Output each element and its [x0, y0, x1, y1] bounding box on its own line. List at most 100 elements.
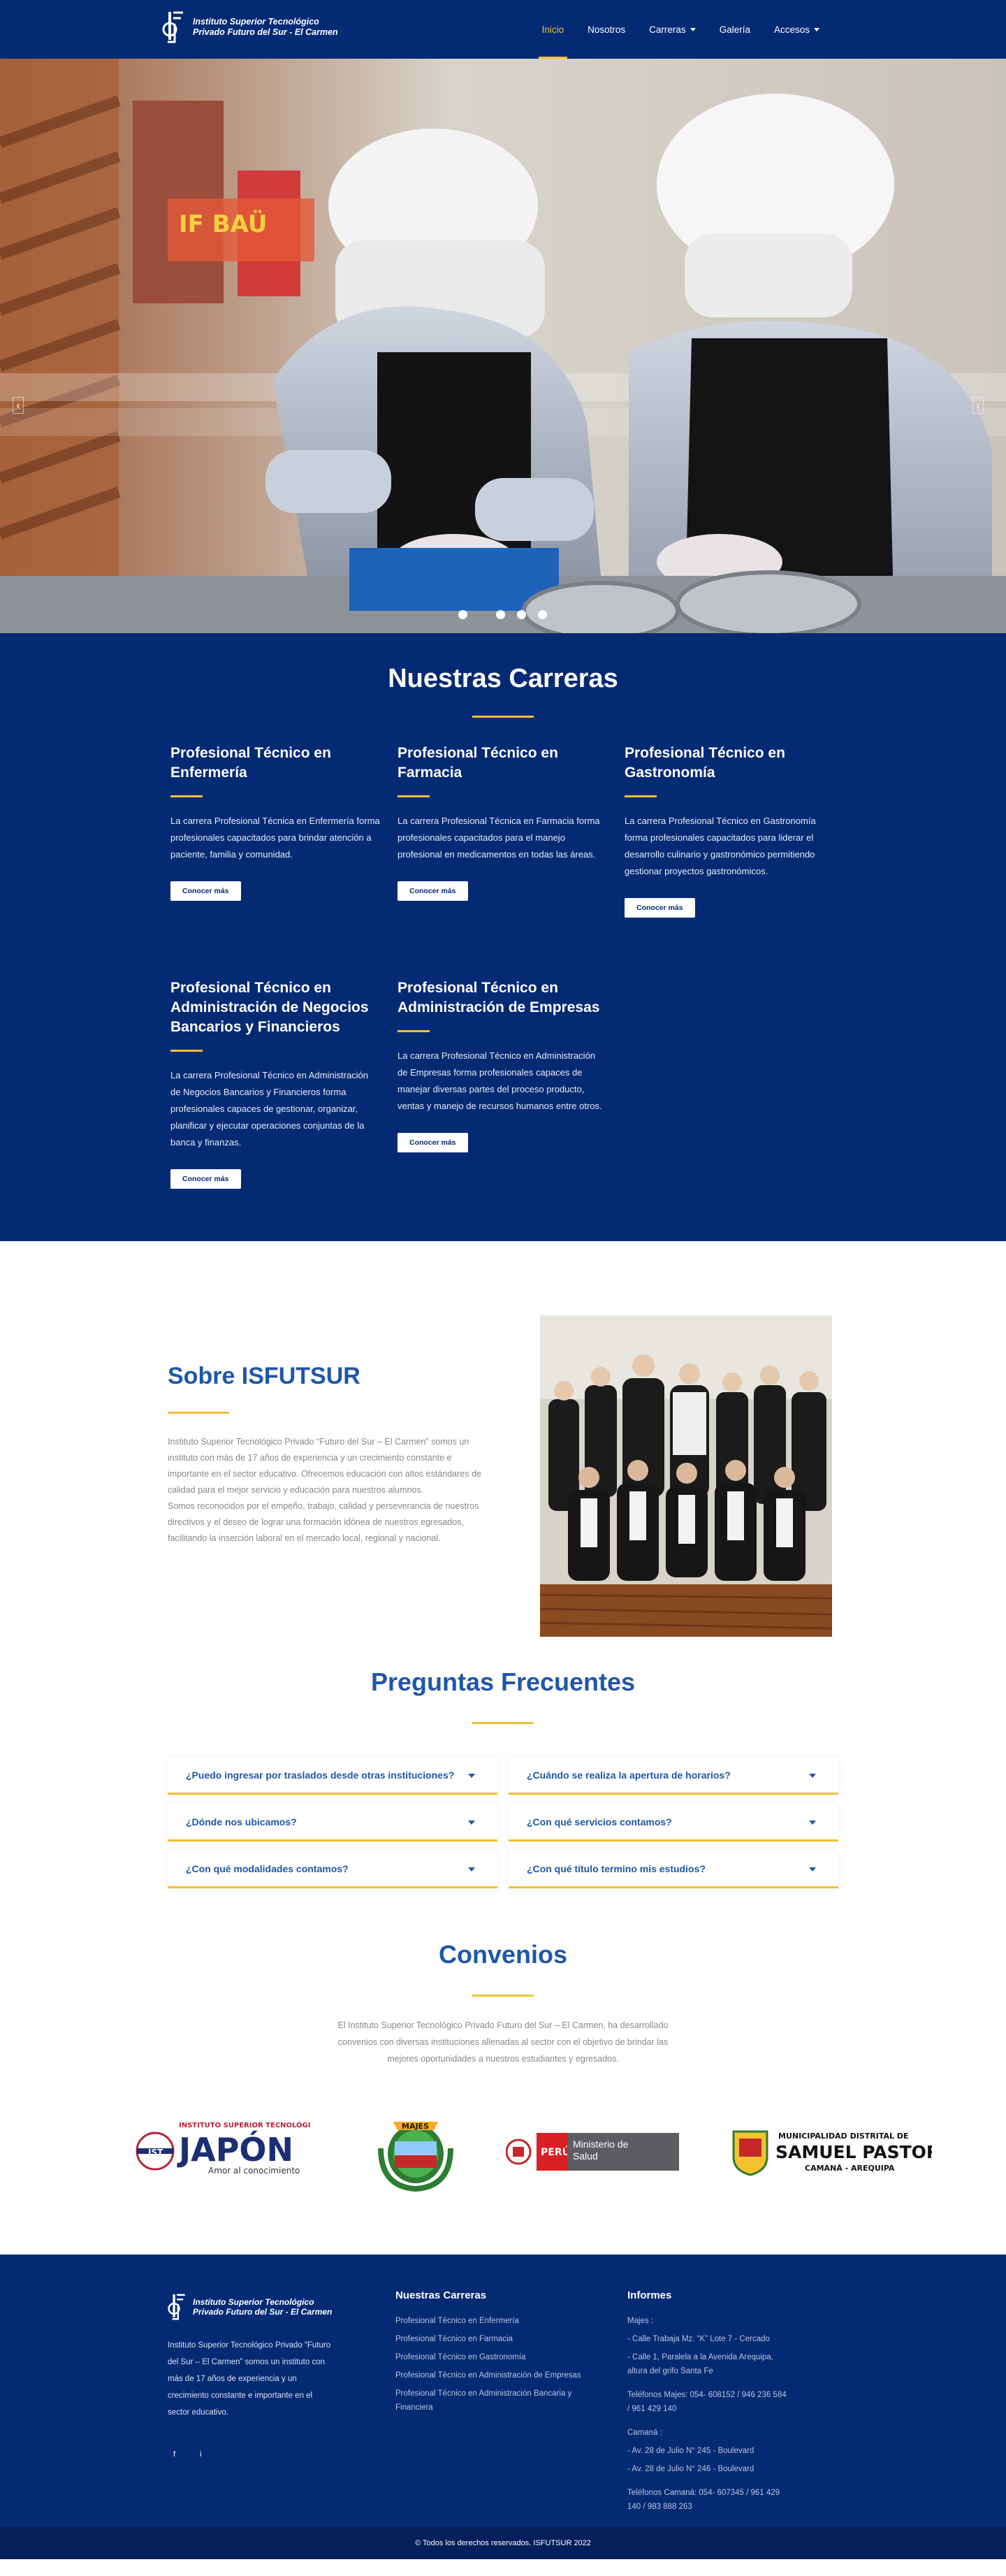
slider-dot[interactable] [517, 610, 526, 619]
convenios-text: El Instituto Superior Tecnológico Privad… [337, 2020, 669, 2064]
career-card: Profesional Técnico en Farmacia La carrer… [398, 744, 607, 901]
facebook-icon[interactable]: f [173, 2450, 175, 2459]
faq-question: ¿Cuándo se realiza la apertura de horari… [527, 1769, 731, 1781]
carreras-title: Nuestras Carreras [388, 664, 618, 693]
faq-question: ¿Con qué servicios contamos? [527, 1816, 672, 1828]
faq-item[interactable]: ¿Con qué servicios contamos? [509, 1804, 838, 1841]
footer-logo-icon [168, 2294, 185, 2320]
majes-text: MAJES [402, 2122, 429, 2131]
footer-logo[interactable]: Instituto Superior Tecnológico Privado F… [168, 2289, 349, 2324]
slider-dot[interactable] [458, 610, 467, 619]
nav-item-4[interactable]: Accesos [762, 0, 831, 59]
site-logo[interactable]: Instituto Superior Tecnológico Privado F… [162, 8, 338, 46]
footer-carrera-link[interactable]: Profesional Técnico en Administración Ba… [395, 2387, 591, 2415]
footer-info-line: Teléfonos Majes: 054- 608152 / 946 236 5… [627, 2391, 787, 2413]
japon-sub-text: Amor al conocimiento [208, 2166, 300, 2176]
career-desc: La carrera Profesional Técnico en Admini… [170, 1070, 369, 1148]
hero-photo: IF BAÜ [0, 59, 1006, 633]
faq-title: Preguntas Frecuentes [370, 1667, 636, 1696]
nav-label: Inicio [541, 24, 564, 35]
career-desc: La carrera Profesional Técnico en Gastro… [625, 816, 816, 876]
chevron-down-icon [809, 1867, 816, 1872]
footer-info-line: - Calle 1, Paralela a la Avenida Arequip… [627, 2353, 773, 2375]
footer-about: Instituto Superior Tecnológico Privado “… [168, 2341, 331, 2417]
career-title: Profesional Técnico en Gastronomía [625, 745, 785, 781]
slider-dot[interactable] [538, 610, 547, 619]
logo-majes: MAJES [374, 2106, 458, 2197]
sobre-text: Instituto Superior Tecnológico Privado “… [168, 1437, 481, 1543]
muni-main-text: SAMUEL PASTOR [775, 2142, 932, 2162]
career-title: Profesional Técnico en Farmacia [398, 745, 558, 781]
main-nav: Inicio Nosotros Carreras Galería Accesos [530, 0, 831, 59]
footer-carrera-link[interactable]: Profesional Técnico en Administración de… [395, 2368, 591, 2382]
conocer-mas-button[interactable]: Conocer más [398, 881, 468, 901]
faq-question: ¿Puedo ingresar por traslados desde otra… [186, 1769, 455, 1781]
site-header: Instituto Superior Tecnológico Privado F… [0, 0, 1006, 59]
convenios-underline [472, 1995, 534, 1997]
minsa-name-text: Ministerio de Salud [573, 2139, 629, 2162]
footer-carrera-link[interactable]: Profesional Técnico en Gastronomía [395, 2350, 591, 2364]
nav-item-2[interactable]: Carreras [637, 0, 708, 59]
logo-line-2: Privado Futuro del Sur - El Carmen [193, 27, 338, 37]
nav-item-1[interactable]: Nosotros [576, 0, 637, 59]
faq-underline [472, 1722, 534, 1724]
muni-top-text: MUNICIPALIDAD DISTRITAL DE [778, 2132, 908, 2141]
instagram-icon[interactable]: i [200, 2450, 201, 2459]
faq-item[interactable]: ¿Con qué título termino mis estudios? [509, 1851, 838, 1888]
nav-label: Galería [719, 24, 750, 35]
copyright-bar: © Todos los derechos reservados. ISFUTSU… [0, 2527, 1006, 2559]
footer-carrera-link[interactable]: Profesional Técnico en Enfermería [395, 2314, 591, 2328]
japon-badge: IST [148, 2148, 163, 2157]
footer-info-line: Teléfonos Camaná: 054- 607345 / 961 429 … [627, 2489, 780, 2511]
conocer-mas-button[interactable]: Conocer más [625, 898, 695, 918]
convenios-title: Convenios [438, 1940, 568, 1969]
faq-item[interactable]: ¿Dónde nos ubicamos? [168, 1804, 497, 1841]
hero-prev-arrow[interactable]: ‹ [13, 397, 24, 414]
career-card: Profesional Técnico en Administración de… [170, 978, 380, 1189]
logo-municipalidad: MUNICIPALIDAD DISTRITAL DE SAMUEL PASTOR… [729, 2126, 940, 2176]
career-underline [625, 795, 657, 797]
chevron-down-icon [809, 1774, 816, 1778]
faq-item[interactable]: ¿Cuándo se realiza la apertura de horari… [509, 1757, 838, 1795]
slider-dot[interactable] [496, 610, 505, 619]
footer-info-line: - Av. 28 de Julio N° 245 - Boulevard [627, 2447, 754, 2455]
footer-logo-line-2: Privado Futuro del Sur - El Carmen [193, 2307, 333, 2317]
conocer-mas-button[interactable]: Conocer más [170, 881, 241, 901]
chevron-down-icon [468, 1774, 475, 1778]
faq-item[interactable]: ¿Puedo ingresar por traslados desde otra… [168, 1757, 497, 1795]
hero-next-arrow[interactable]: › [972, 397, 984, 414]
footer-carrera-link[interactable]: Profesional Técnico en Farmacia [395, 2332, 591, 2346]
career-underline [398, 1030, 430, 1032]
nav-label: Nosotros [588, 24, 626, 35]
faq-item[interactable]: ¿Con qué modalidades contamos? [168, 1851, 497, 1888]
footer-info-line: - Calle Trabaja Mz. “K” Lote 7 - Cercado [627, 2335, 770, 2343]
chevron-down-icon [690, 27, 696, 31]
career-desc: La carrera Profesional Técnica en Farmac… [398, 816, 600, 860]
sobre-title: Sobre ISFUTSUR [168, 1363, 360, 1389]
career-title: Profesional Técnico en Enfermería [170, 745, 331, 781]
footer-logo-line-1: Instituto Superior Tecnológico [193, 2297, 314, 2307]
muni-sub-text: CAMANÁ - AREQUIPA [805, 2164, 895, 2173]
logo-line-1: Instituto Superior Tecnológico [193, 17, 319, 27]
career-title: Profesional Técnico en Administración de… [170, 980, 369, 1035]
logo-mark-icon [162, 8, 186, 46]
faq-question: ¿Dónde nos ubicamos? [186, 1816, 297, 1828]
japon-top-text: INSTITUTO SUPERIOR TECNOLÓGICO [179, 2120, 310, 2129]
nav-item-0[interactable]: Inicio [530, 0, 576, 59]
site-footer: Instituto Superior Tecnológico Privado F… [0, 2255, 1006, 2559]
career-card: Profesional Técnico en Administración de… [398, 978, 607, 1152]
footer-info-line: - Av. 28 de Julio N° 246 - Boulevard [627, 2465, 754, 2473]
sobre-group-photo [540, 1315, 832, 1637]
hero-banner-text: IF BAÜ [179, 210, 268, 238]
career-underline [170, 795, 203, 797]
conocer-mas-button[interactable]: Conocer más [170, 1169, 241, 1189]
chevron-down-icon [809, 1821, 816, 1825]
footer-info-line: Camaná : [627, 2429, 662, 2437]
footer-carreras-title: Nuestras Carreras [395, 2289, 487, 2301]
faq-question: ¿Con qué título termino mis estudios? [527, 1862, 706, 1874]
convenios-section: Convenios El Instituto Superior Tecnológ… [0, 1940, 1006, 2255]
japon-main-text: JAPÓN [177, 2131, 293, 2169]
nav-item-3[interactable]: Galería [708, 0, 762, 59]
conocer-mas-button[interactable]: Conocer más [398, 1133, 468, 1152]
career-desc: La carrera Profesional Técnica en Enferm… [170, 816, 380, 860]
